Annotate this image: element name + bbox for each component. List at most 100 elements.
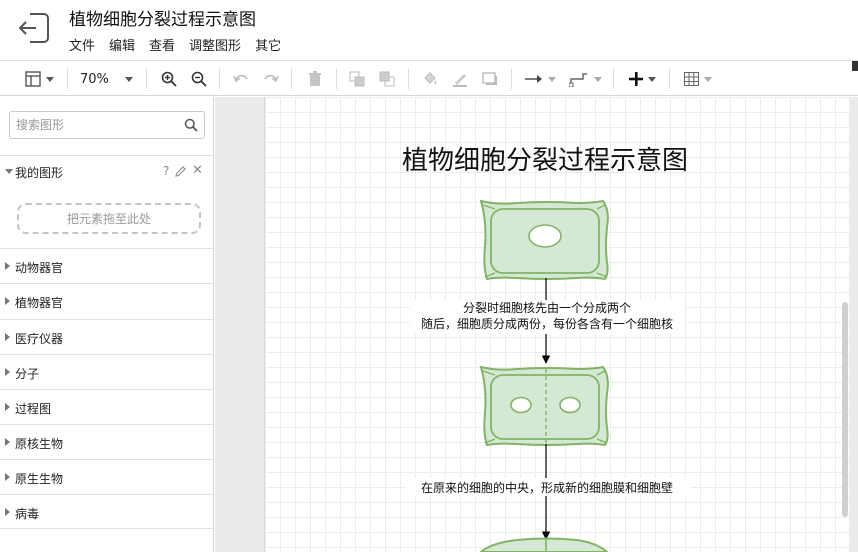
toolbar-divider: [67, 69, 68, 89]
sidebar-item-label: 动物器官: [15, 261, 64, 275]
sidebar-item-label: 过程图: [15, 402, 52, 416]
format-panel-button[interactable]: [22, 69, 56, 89]
help-icon[interactable]: ?: [163, 164, 169, 178]
shape-drop-zone[interactable]: 把元素拖至此处: [17, 203, 201, 234]
search-input[interactable]: [16, 116, 176, 134]
diagram-title[interactable]: 植物细胞分裂过程示意图: [402, 146, 688, 176]
search-box: [9, 111, 205, 139]
menu-view[interactable]: 查看: [149, 35, 175, 54]
document-title[interactable]: 植物细胞分裂过程示意图: [69, 5, 256, 30]
app-window: 植物细胞分裂过程示意图 文件 编辑 查看 调整图形 其它 70% 搜索图形 我的…: [0, 0, 858, 552]
sidebar-item-label: 原核生物: [15, 437, 64, 451]
fill-color-icon: [424, 72, 437, 85]
shadow-button[interactable]: [480, 69, 500, 89]
sidebar-item-label: 原生生物: [15, 472, 64, 486]
back-button[interactable]: [14, 8, 54, 48]
parent-cell[interactable]: [479, 199, 609, 281]
zoom-in-icon: [161, 71, 177, 87]
chevron-down-icon: [124, 76, 133, 82]
vertical-scrollbar[interactable]: [842, 302, 848, 517]
step1-label-line1[interactable]: 分裂时细胞核先由一个分成两个: [463, 301, 631, 315]
sidebar-item-label: 病毒: [15, 507, 40, 521]
chevron-right-icon: [5, 438, 10, 446]
menu-edit[interactable]: 编辑: [109, 35, 135, 54]
chevron-right-icon: [5, 368, 10, 376]
sidebar-item-plant-organs[interactable]: 植物器官: [0, 283, 213, 318]
my-shapes-panel: 我的图形 ? ✕ 把元素拖至此处: [0, 155, 213, 249]
toolbar-divider: [613, 69, 614, 89]
sidebar-item-animal-organs[interactable]: 动物器官: [0, 248, 213, 283]
line-color-button[interactable]: [450, 69, 470, 89]
delete-button[interactable]: [305, 69, 325, 89]
my-shapes-title: 我的图形: [15, 166, 64, 180]
diagram-svg: 植物细胞分裂过程示意图 分裂时细胞核先由一个分成两个 随后，细胞质分成两份，每份…: [402, 146, 690, 552]
zoom-out-icon: [191, 71, 207, 87]
redo-button[interactable]: [261, 69, 281, 89]
toolbar-divider: [291, 69, 292, 89]
chevron-right-icon: [5, 508, 10, 516]
to-back-icon: [379, 71, 395, 87]
search-icon[interactable]: [184, 118, 198, 132]
delete-icon: [309, 71, 321, 86]
sidebar-item-molecules[interactable]: 分子: [0, 354, 213, 389]
zoom-out-button[interactable]: [189, 69, 209, 89]
menu-extras[interactable]: 其它: [255, 35, 281, 54]
sidebar-item-medical-devices[interactable]: 医疗仪器: [0, 319, 213, 354]
sidebar-item-process-diagrams[interactable]: 过程图: [0, 389, 213, 424]
undo-icon: [233, 74, 248, 83]
chevron-down-icon: [593, 76, 602, 82]
chevron-down-icon: [5, 169, 13, 174]
pencil-icon[interactable]: [175, 166, 186, 177]
zoom-level: 70%: [80, 71, 109, 87]
menu-bar: 文件 编辑 查看 调整图形 其它: [69, 35, 281, 54]
insert-button[interactable]: [625, 69, 659, 89]
chevron-right-icon: [5, 403, 10, 411]
toolbar-divider: [219, 69, 220, 89]
line-color-icon: [453, 74, 467, 87]
connection-style-button[interactable]: [523, 69, 557, 89]
sidebar-item-prokaryotes[interactable]: 原核生物: [0, 424, 213, 459]
connection-arrow-icon: [524, 75, 542, 83]
fill-color-button[interactable]: [420, 69, 440, 89]
toolbar-divider: [336, 69, 337, 89]
sidebar-item-viruses[interactable]: 病毒: [0, 494, 213, 529]
chevron-right-icon: [5, 473, 10, 481]
header: 植物细胞分裂过程示意图 文件 编辑 查看 调整图形 其它: [0, 0, 858, 60]
sidebar-item-label: 植物器官: [15, 296, 64, 310]
diagram-page[interactable]: 植物细胞分裂过程示意图 分裂时细胞核先由一个分成两个 随后，细胞质分成两份，每份…: [264, 97, 849, 552]
chevron-down-icon: [704, 76, 712, 82]
chevron-down-icon: [547, 76, 556, 82]
sidebar: 我的图形 ? ✕ 把元素拖至此处 动物器官 植物器官 医疗仪器 分子 过: [0, 97, 214, 552]
exit-icon: [19, 13, 49, 43]
sidebar-item-label: 医疗仪器: [15, 332, 64, 346]
toolbar: 70%: [0, 60, 858, 96]
to-front-icon: [349, 71, 365, 87]
daughter-cells[interactable]: [479, 537, 609, 552]
dividing-cell[interactable]: [479, 365, 609, 447]
step2-label[interactable]: 在原来的细胞的中央，形成新的细胞膜和细胞壁: [421, 480, 673, 495]
chevron-right-icon: [5, 333, 10, 341]
chevron-right-icon: [5, 297, 10, 305]
sidebar-item-label: 分子: [15, 367, 40, 381]
waypoints-button[interactable]: [567, 69, 603, 89]
to-back-button[interactable]: [377, 69, 397, 89]
zoom-select[interactable]: 70%: [80, 69, 136, 89]
menu-arrange[interactable]: 调整图形: [189, 35, 241, 54]
table-icon: [684, 72, 699, 86]
chevron-down-icon: [45, 76, 54, 82]
toolbar-divider: [511, 69, 512, 89]
to-front-button[interactable]: [347, 69, 367, 89]
canvas-area[interactable]: 植物细胞分裂过程示意图 分裂时细胞核先由一个分成两个 随后，细胞质分成两份，每份…: [215, 97, 858, 552]
menu-file[interactable]: 文件: [69, 35, 95, 54]
toolbar-divider: [669, 69, 670, 89]
waypoint-icon: [568, 73, 587, 87]
sidebar-item-protists[interactable]: 原生生物: [0, 459, 213, 494]
format-panel-icon: [24, 71, 41, 87]
table-button[interactable]: [681, 69, 715, 89]
close-icon[interactable]: ✕: [192, 163, 203, 178]
zoom-in-button[interactable]: [159, 69, 179, 89]
redo-icon: [264, 74, 279, 83]
toolbar-overflow-marker: [852, 61, 858, 71]
step1-label-line2[interactable]: 随后，细胞质分成两份，每份各含有一个细胞核: [421, 316, 673, 331]
undo-button[interactable]: [231, 69, 251, 89]
